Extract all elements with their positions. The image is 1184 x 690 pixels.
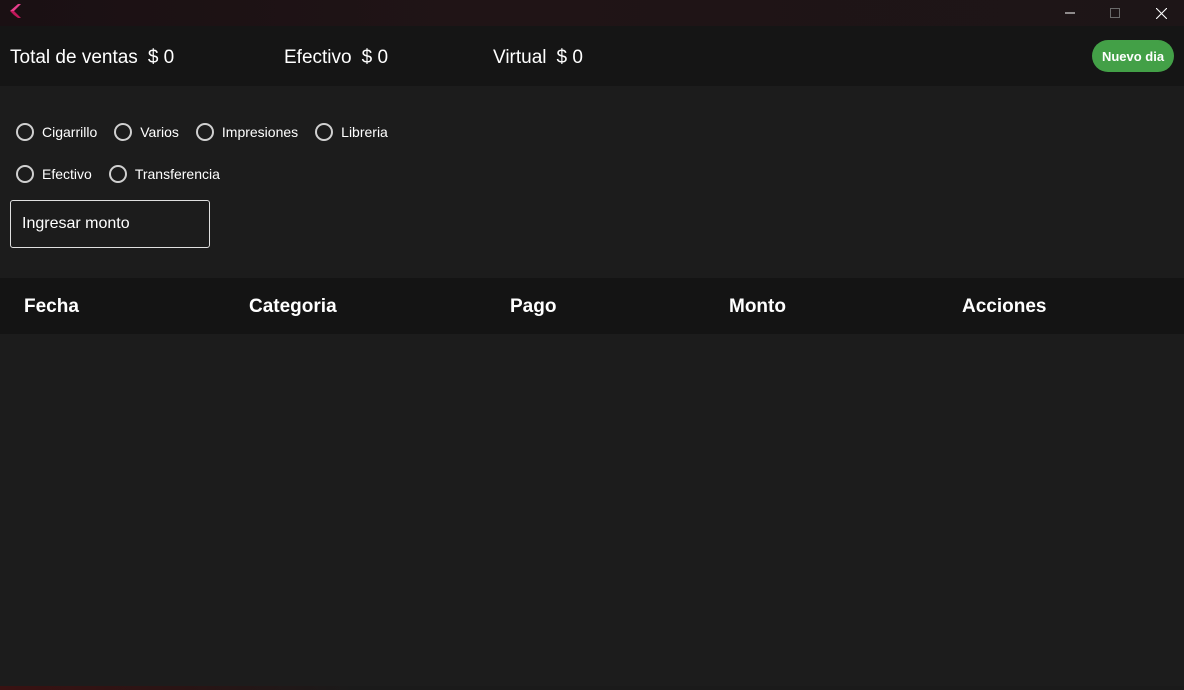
maximize-button[interactable] — [1092, 0, 1138, 26]
radio-label: Transferencia — [134, 166, 220, 182]
total-sales: Total de ventas $ 0 — [10, 46, 174, 70]
amount-input[interactable] — [10, 200, 210, 248]
radio-label: Efectivo — [42, 166, 92, 182]
minimize-button[interactable] — [1047, 0, 1093, 26]
total-cash-value: $ 0 — [361, 47, 389, 68]
column-header-pago: Pago — [510, 296, 557, 317]
column-header-categoria: Categoria — [249, 296, 337, 317]
radio-circle[interactable] — [16, 165, 34, 183]
radio-circle[interactable] — [16, 123, 34, 141]
total-sales-value: $ 0 — [147, 47, 175, 68]
close-icon — [1155, 7, 1167, 19]
total-virtual: Virtual $ 0 — [493, 46, 583, 70]
column-header-monto: Monto — [729, 296, 786, 317]
radio-label: Varios — [140, 124, 179, 140]
total-virtual-label: Virtual — [493, 47, 547, 68]
new-day-button[interactable]: Nuevo dia — [1092, 40, 1174, 72]
radio-label: Libreria — [341, 124, 388, 140]
column-header-fecha: Fecha — [24, 296, 79, 317]
radio-circle[interactable] — [195, 123, 214, 141]
radio-efectivo[interactable]: Efectivo — [16, 165, 92, 183]
total-cash-label: Efectivo — [284, 47, 352, 68]
totals-bar: Total de ventas $ 0 Efectivo $ 0 Virtual $ … — [0, 26, 1184, 86]
radio-varios[interactable]: Varios — [114, 123, 179, 141]
total-sales-label: Total de ventas — [10, 47, 138, 68]
column-header-acciones: Acciones — [962, 296, 1047, 317]
total-cash: Efectivo $ 0 — [284, 46, 388, 70]
radio-circle[interactable] — [108, 165, 127, 183]
close-button[interactable] — [1138, 0, 1184, 26]
maximize-icon — [1110, 8, 1120, 18]
radio-label: Cigarrillo — [42, 124, 98, 140]
app-window: Total de ventas $ 0 Efectivo $ 0 Virtual $ … — [0, 0, 1184, 690]
radio-circle[interactable] — [315, 123, 334, 141]
total-virtual-value: $ 0 — [556, 47, 583, 68]
flutter-logo-icon — [8, 3, 24, 19]
radio-label: Impresiones — [221, 124, 299, 140]
radio-circle[interactable] — [114, 123, 133, 141]
payment-radio-group: Efectivo Transferencia — [16, 164, 237, 184]
radio-impresiones[interactable]: Impresiones — [195, 123, 299, 141]
radio-cigarrillo[interactable]: Cigarrillo — [16, 123, 97, 141]
window-bottom-edge — [0, 686, 1184, 690]
radio-transferencia[interactable]: Transferencia — [108, 165, 220, 183]
category-radio-group: Cigarrillo Varios Impresiones Libreria — [16, 122, 405, 142]
radio-libreria[interactable]: Libreria — [315, 123, 388, 141]
table-header: Fecha Categoria Pago Monto Acciones — [0, 278, 1184, 334]
table-body — [0, 334, 1184, 688]
minimize-icon — [1065, 8, 1075, 18]
title-bar[interactable] — [0, 0, 1184, 26]
